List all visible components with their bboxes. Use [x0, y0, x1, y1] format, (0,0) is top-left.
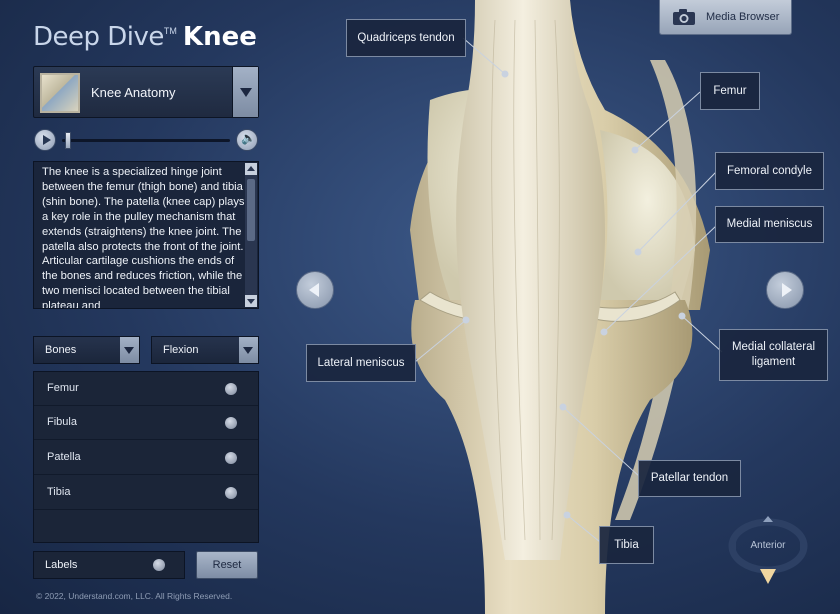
labels-toggle-switch[interactable]: [153, 559, 165, 571]
visibility-toggle[interactable]: [225, 487, 237, 499]
callout-femoral-condyle[interactable]: Femoral condyle: [715, 152, 824, 190]
list-item-fibula[interactable]: Fibula: [34, 406, 258, 440]
copyright-text: © 2022, Understand.com, LLC. All Rights …: [36, 591, 233, 601]
camera-icon: [673, 9, 695, 25]
callout-patellar-tendon[interactable]: Patellar tendon: [638, 460, 741, 497]
chevron-down-icon[interactable]: [239, 337, 258, 363]
chevron-down-icon[interactable]: [120, 337, 139, 363]
visibility-toggle[interactable]: [225, 383, 237, 395]
module-thumbnail: [40, 73, 80, 113]
description-panel: The knee is a specialized hinge joint be…: [33, 161, 259, 309]
app-title: Deep DiveTM Knee: [33, 22, 257, 56]
list-item-label: Tibia: [47, 486, 71, 498]
audio-scrubber-handle[interactable]: [65, 132, 71, 149]
compass-label: Anterior: [750, 540, 786, 551]
motion-dropdown[interactable]: Flexion: [151, 336, 259, 364]
labels-toggle[interactable]: Labels: [33, 551, 185, 579]
app-title-prefix: Deep Dive: [33, 22, 164, 52]
category-dropdown-value: Bones: [45, 344, 77, 356]
bone-list: Femur Fibula Patella Tibia: [33, 371, 259, 543]
arrow-right-icon[interactable]: [766, 271, 804, 309]
list-item-tibia[interactable]: Tibia: [34, 476, 258, 510]
media-browser-button[interactable]: Media Browser: [659, 0, 792, 35]
motion-dropdown-value: Flexion: [163, 344, 199, 356]
arrow-left-icon[interactable]: [296, 271, 334, 309]
audio-player: 🔈: [33, 127, 259, 153]
trademark-mark: TM: [163, 26, 177, 36]
list-item-femur[interactable]: Femur: [34, 372, 258, 406]
callout-tibia[interactable]: Tibia: [599, 526, 654, 564]
app-title-main: Knee: [182, 22, 257, 52]
chevron-down-icon[interactable]: [232, 67, 258, 117]
reset-button[interactable]: Reset: [196, 551, 258, 579]
callout-medial-meniscus[interactable]: Medial meniscus: [715, 206, 824, 243]
callout-lateral-meniscus[interactable]: Lateral meniscus: [306, 344, 416, 382]
media-browser-label: Media Browser: [706, 11, 780, 23]
list-item-patella[interactable]: Patella: [34, 441, 258, 475]
volume-icon[interactable]: 🔈: [236, 129, 258, 151]
audio-progress-track[interactable]: [62, 139, 230, 142]
orientation-compass-graphic: [728, 516, 808, 584]
visibility-toggle[interactable]: [225, 417, 237, 429]
callout-femur[interactable]: Femur: [700, 72, 760, 110]
callout-medial-collateral-ligament[interactable]: Medial collateral ligament: [719, 329, 828, 381]
visibility-toggle[interactable]: [225, 452, 237, 464]
scroll-up-icon[interactable]: [245, 163, 257, 175]
labels-toggle-label: Labels: [45, 559, 78, 571]
callout-quadriceps-tendon[interactable]: Quadriceps tendon: [346, 19, 466, 57]
play-icon[interactable]: [34, 129, 56, 151]
list-item-label: Patella: [47, 451, 81, 463]
list-item-label: Femur: [47, 382, 79, 394]
description-scrollbar[interactable]: [245, 163, 257, 307]
scroll-down-icon[interactable]: [245, 295, 257, 307]
description-text: The knee is a specialized hinge joint be…: [42, 166, 245, 309]
scrollbar-thumb[interactable]: [247, 179, 255, 241]
compass-icon[interactable]: Anterior: [727, 516, 809, 588]
list-item-label: Fibula: [47, 416, 77, 428]
module-selector[interactable]: Knee Anatomy: [33, 66, 259, 118]
module-label: Knee Anatomy: [91, 85, 176, 100]
category-dropdown[interactable]: Bones: [33, 336, 140, 364]
